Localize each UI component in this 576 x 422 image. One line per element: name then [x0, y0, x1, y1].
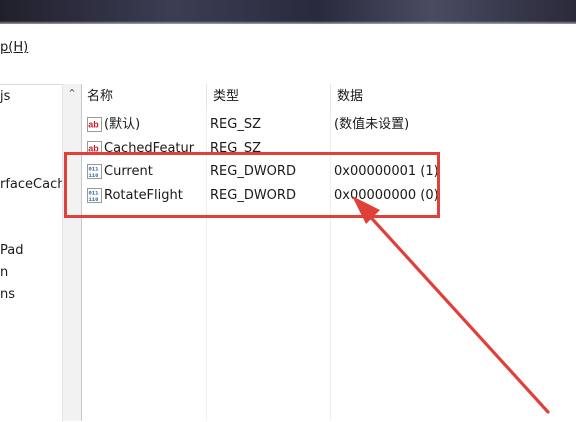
value-type: REG_SZ — [210, 117, 261, 132]
tree-item[interactable]: js — [0, 89, 10, 104]
value-type: REG_SZ — [210, 141, 261, 153]
values-list: 名称 类型 数据 ab (默认) REG_SZ (数值未设置) ab Cache… — [81, 84, 576, 421]
value-data: (数值未设置) — [334, 117, 410, 132]
table-row[interactable]: ab CachedFeatur REG_SZ — [81, 137, 576, 153]
tree-scrollbar[interactable]: ⌃ — [62, 84, 82, 421]
menu-bar: p(H) — [0, 37, 576, 59]
table-row[interactable]: ab (默认) REG_SZ (数值未设置) — [81, 113, 576, 137]
menu-help[interactable]: p(H) — [0, 40, 28, 55]
tree-item[interactable]: rfaceCach — [0, 177, 65, 192]
tree-item[interactable]: Pad — [0, 243, 23, 258]
tree-item[interactable]: n — [0, 265, 8, 280]
scroll-up-arrow-icon[interactable]: ⌃ — [63, 87, 81, 100]
annotation-highlight-box — [64, 152, 440, 218]
column-header-type[interactable]: 类型 — [207, 84, 331, 110]
menu-help-label: (H) — [8, 40, 29, 55]
desktop-wallpaper-strip — [0, 0, 576, 24]
string-value-icon: ab — [87, 117, 102, 132]
column-header-data[interactable]: 数据 — [331, 84, 576, 110]
value-name: CachedFeatur — [104, 141, 195, 153]
column-header-name[interactable]: 名称 — [81, 84, 207, 110]
value-name: (默认) — [104, 117, 141, 132]
tree-item[interactable]: ns — [0, 287, 15, 302]
svg-text:ab: ab — [88, 120, 99, 130]
